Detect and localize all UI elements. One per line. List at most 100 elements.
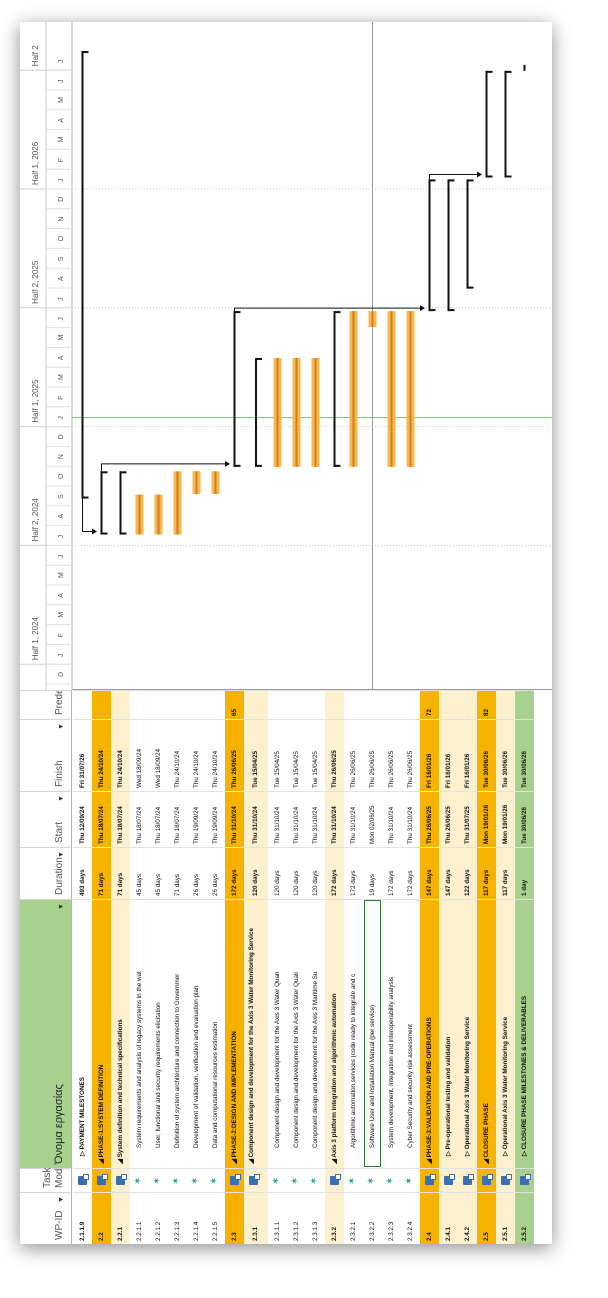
cell-dur[interactable]: 26 days <box>206 847 225 899</box>
cell-finish[interactable]: Thu 24/10/24 <box>187 719 206 791</box>
cell-name[interactable]: Component design and development for the… <box>287 899 306 1168</box>
cell-start[interactable]: Thu 19/09/24 <box>187 791 206 847</box>
cell-id[interactable]: 2.2.1.2 <box>149 1192 168 1244</box>
cell-id[interactable]: 2.4 <box>420 1192 439 1244</box>
cell-dur[interactable]: 120 days <box>287 847 306 899</box>
cell-dur[interactable]: 147 days <box>420 847 439 899</box>
task-mode-cell[interactable]: ✶ <box>130 1168 149 1192</box>
table-row[interactable]: 2.3.2.2 ✶ Software User and Installation M… <box>363 690 382 1244</box>
column-header-wpid[interactable]: WP-ID ▼ <box>20 1192 72 1244</box>
cell-finish[interactable]: Wed 18/09/24 <box>130 719 149 791</box>
cell-dur[interactable]: 172 days <box>344 847 363 899</box>
cell-name[interactable]: System requirements and analysis of lega… <box>130 899 149 1168</box>
table-row[interactable]: 2.5 ◢ CLOSURE PHASE 117 days Mon 19/01/26 Tu… <box>477 690 496 1244</box>
cell-pred[interactable] <box>187 690 206 719</box>
cell-pred[interactable] <box>206 690 225 719</box>
cell-dur[interactable]: 71 days <box>111 847 130 899</box>
table-row[interactable]: 2.3.1 ◢ Component design and development … <box>244 690 268 1244</box>
column-header-predecessors[interactable]: Predecessors <box>20 690 72 719</box>
cell-name[interactable]: ◢ PHASE-2:DESIGN AND IMPLEMENTATION <box>225 899 244 1168</box>
cell-dur[interactable]: 147 days <box>439 847 458 899</box>
task-mode-cell[interactable]: ✶ <box>187 1168 206 1192</box>
table-row[interactable]: 2.4 ◢ PHASE-3:VALIDATION AND PRE-OPERATIO… <box>420 690 439 1244</box>
cell-start[interactable]: Thu 31/10/24 <box>344 791 363 847</box>
cell-name[interactable]: Cyber Security and security risk assessm… <box>401 899 420 1168</box>
table-row[interactable]: 2.2.1.1 ✶ System requirements and analysis… <box>130 690 149 1244</box>
cell-id[interactable]: 2.3.2.2 <box>363 1192 382 1244</box>
cell-finish[interactable]: Fri 16/01/26 <box>439 719 458 791</box>
chevron-down-icon[interactable]: ▼ <box>58 795 65 802</box>
cell-start[interactable]: Thu 26/06/25 <box>439 791 458 847</box>
table-row[interactable]: 2.4.1 ▷ Pre-operational testing and valid… <box>439 690 458 1244</box>
task-mode-cell[interactable]: ✶ <box>382 1168 401 1192</box>
cell-dur[interactable]: 117 days <box>496 847 515 899</box>
cell-dur[interactable]: 172 days <box>325 847 344 899</box>
cell-name[interactable]: ▷ PAYMENT MILESTONES <box>73 899 92 1168</box>
cell-start[interactable]: Thu 31/10/24 <box>306 791 325 847</box>
cell-start[interactable]: Thu 18/07/24 <box>92 791 111 847</box>
cell-id[interactable]: 2.2.1.5 <box>206 1192 225 1244</box>
cell-finish[interactable]: Thu 24/10/24 <box>168 719 187 791</box>
table-row[interactable]: 2.5.1 ▷ Operational Axis 3 Water Monitori… <box>496 690 515 1244</box>
cell-name[interactable]: ◢ PHASE-3:VALIDATION AND PRE-OPERATIONS <box>420 899 439 1168</box>
cell-dur[interactable]: 172 days <box>225 847 244 899</box>
cell-dur[interactable]: 71 days <box>168 847 187 899</box>
cell-pred[interactable] <box>458 690 477 719</box>
cell-name[interactable]: System development, integration and inte… <box>382 899 401 1168</box>
cell-id[interactable]: 2.3.2.4 <box>401 1192 420 1244</box>
cell-dur[interactable]: 71 days <box>92 847 111 899</box>
cell-name[interactable]: ▷ CLOSURE PHASE MILESTONES & DELIVERABLE… <box>515 899 534 1168</box>
cell-pred[interactable] <box>168 690 187 719</box>
cell-id[interactable]: 2.5 <box>477 1192 496 1244</box>
cell-pred[interactable] <box>344 690 363 719</box>
cell-id[interactable]: 2.2.1 <box>111 1192 130 1244</box>
cell-finish[interactable]: Tue 15/04/25 <box>306 719 325 791</box>
cell-pred[interactable] <box>130 690 149 719</box>
cell-id[interactable]: 2.2.1.3 <box>168 1192 187 1244</box>
chevron-down-icon[interactable]: ▼ <box>58 903 65 910</box>
task-mode-cell[interactable]: ✶ <box>363 1168 382 1192</box>
cell-id[interactable]: 2.2.1.1 <box>130 1192 149 1244</box>
cell-id[interactable]: 2.3.2.3 <box>382 1192 401 1244</box>
task-mode-cell[interactable] <box>325 1168 344 1192</box>
cell-finish[interactable]: Thu 24/10/24 <box>206 719 225 791</box>
cell-start[interactable]: Thu 18/07/24 <box>149 791 168 847</box>
cell-pred[interactable] <box>92 690 111 719</box>
cell-dur[interactable]: 19 days <box>363 847 382 899</box>
cell-finish[interactable]: Thu 24/10/24 <box>92 719 111 791</box>
task-mode-cell[interactable] <box>458 1168 477 1192</box>
cell-name[interactable]: User, functional and security requiremen… <box>149 899 168 1168</box>
task-mode-cell[interactable]: ✶ <box>168 1168 187 1192</box>
chevron-down-icon[interactable]: ▼ <box>58 723 65 730</box>
cell-pred[interactable] <box>401 690 420 719</box>
cell-id[interactable]: 2.4.2 <box>458 1192 477 1244</box>
table-row[interactable]: 2.2.1.2 ✶ User, functional and security re… <box>149 690 168 1244</box>
cell-dur[interactable]: 1 day <box>515 847 534 899</box>
cell-pred[interactable] <box>382 690 401 719</box>
task-mode-cell[interactable] <box>225 1168 244 1192</box>
cell-id[interactable]: 2.2 <box>92 1192 111 1244</box>
task-mode-cell[interactable] <box>515 1168 534 1192</box>
table-row[interactable]: 2.2.1.3 ✶ Definition of system architectur… <box>168 690 187 1244</box>
task-mode-cell[interactable]: ✶ <box>149 1168 168 1192</box>
table-row[interactable]: 2.4.2 ▷ Operational Axis 3 Water Monitori… <box>458 690 477 1244</box>
task-mode-cell[interactable]: ✶ <box>206 1168 225 1192</box>
cell-name[interactable]: Algorithmic automation services (code re… <box>344 899 363 1168</box>
cell-dur[interactable]: 493 days <box>73 847 92 899</box>
task-mode-cell[interactable] <box>111 1168 130 1192</box>
task-mode-cell[interactable] <box>477 1168 496 1192</box>
cell-name[interactable]: Component design and development for the… <box>268 899 287 1168</box>
cell-finish[interactable]: Tue 30/06/26 <box>477 719 496 791</box>
cell-finish[interactable]: Tue 30/06/26 <box>515 719 534 791</box>
cell-start[interactable]: Thu 31/10/24 <box>382 791 401 847</box>
cell-pred[interactable] <box>268 690 287 719</box>
table-row[interactable]: 2.3.1.1 ✶ Component design and development… <box>268 690 287 1244</box>
chevron-down-icon[interactable]: ▼ <box>58 851 65 858</box>
cell-finish[interactable]: Thu 26/06/25 <box>363 719 382 791</box>
cell-id[interactable]: 2.3 <box>225 1192 244 1244</box>
cell-pred[interactable]: 82 <box>477 690 496 719</box>
cell-name[interactable]: ◢ CLOSURE PHASE <box>477 899 496 1168</box>
cell-finish[interactable]: Thu 24/10/24 <box>111 719 130 791</box>
task-mode-cell[interactable] <box>420 1168 439 1192</box>
chevron-down-icon[interactable]: ▼ <box>58 1196 65 1203</box>
